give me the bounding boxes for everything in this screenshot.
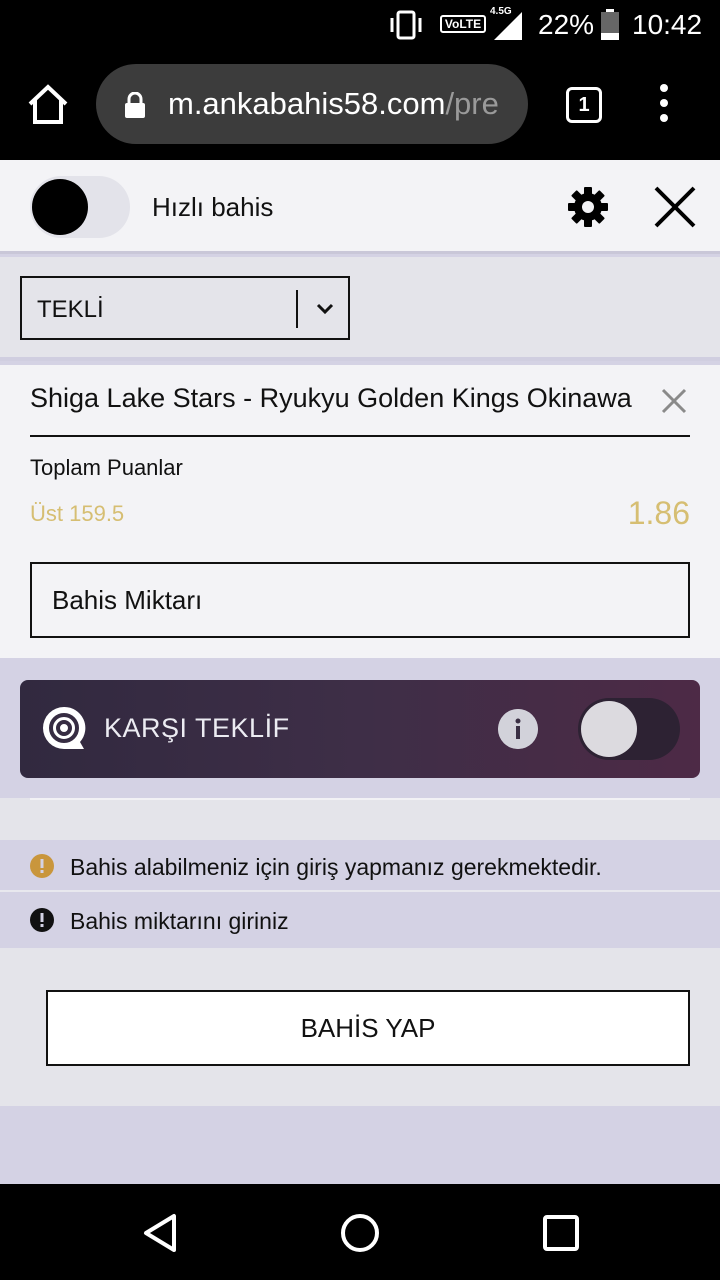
chevron-down-icon <box>316 303 334 315</box>
home-icon[interactable] <box>24 80 72 128</box>
gear-icon[interactable] <box>566 185 610 229</box>
recent-apps-icon[interactable] <box>540 1212 582 1254</box>
quick-bet-toggle[interactable] <box>30 176 130 238</box>
close-icon[interactable] <box>652 184 698 230</box>
clock: 10:42 <box>632 9 703 40</box>
counter-offer-logo-icon <box>42 706 86 749</box>
betslip-panel: Hızlı bahis TEKLİ Shiga Lake Stars - Ryu… <box>0 160 720 1184</box>
lock-icon <box>125 92 145 118</box>
select-divider <box>296 290 298 328</box>
back-icon[interactable] <box>140 1212 182 1254</box>
volte-badge: VoLTE <box>440 15 486 33</box>
warning-icon <box>30 854 54 878</box>
url-text[interactable]: m.ankabahis58.com/pre <box>168 86 512 122</box>
divider <box>30 435 690 437</box>
market-name: Toplam Puanlar <box>30 455 183 480</box>
bet-type-row: TEKLİ <box>0 257 720 361</box>
counter-offer-section: KARŞI TEKLİF <box>0 658 720 798</box>
battery-icon <box>601 9 619 40</box>
overflow-menu-icon[interactable] <box>652 84 676 126</box>
betslip-header: Hızlı bahis <box>0 160 720 254</box>
vibrate-icon <box>390 10 422 40</box>
status-bar: VoLTE 4.5G 22% 10:42 <box>0 0 720 50</box>
page: VoLTE 4.5G 22% 10:42 m.ankabahis58.com/p… <box>0 0 720 1280</box>
submit-area: BAHİS YAP <box>0 948 720 1106</box>
bet-type-select[interactable]: TEKLİ <box>20 276 350 340</box>
home-nav-icon[interactable] <box>339 1212 381 1254</box>
stake-required-message: Bahis miktarını giriniz <box>0 894 720 946</box>
login-required-message: Bahis alabilmeniz için giriş yapmanız ge… <box>0 840 720 892</box>
info-icon[interactable] <box>498 709 538 749</box>
quick-bet-label: Hızlı bahis <box>152 192 274 222</box>
toggle-knob <box>32 179 88 235</box>
error-icon <box>30 908 54 932</box>
counter-offer-toggle[interactable] <box>578 698 680 760</box>
remove-selection-icon[interactable] <box>660 387 688 415</box>
toggle-knob <box>581 701 637 757</box>
address-bar[interactable]: m.ankabahis58.com/pre <box>96 64 528 144</box>
bet-selection-card: Shiga Lake Stars - Ryukyu Golden Kings O… <box>0 365 720 658</box>
message-text: Bahis miktarını giriniz <box>70 908 289 934</box>
message-text: Bahis alabilmeniz için giriş yapmanız ge… <box>70 854 602 880</box>
browser-toolbar: m.ankabahis58.com/pre 1 <box>0 50 720 160</box>
url-domain: m.ankabahis58.com <box>168 86 446 121</box>
match-name: Shiga Lake Stars - Ryukyu Golden Kings O… <box>30 383 632 413</box>
selection-name: Üst 159.5 <box>30 501 125 526</box>
tab-switcher-button[interactable]: 1 <box>566 87 602 123</box>
place-bet-button[interactable]: BAHİS YAP <box>46 990 690 1066</box>
stake-input[interactable] <box>30 562 690 638</box>
spacer-band <box>0 798 720 840</box>
odds-value: 1.86 <box>627 495 690 531</box>
navigation-bar <box>0 1184 720 1280</box>
bet-type-value: TEKLİ <box>37 296 104 323</box>
url-path: /pre <box>445 86 499 121</box>
counter-offer-label: KARŞI TEKLİF <box>104 713 290 743</box>
divider <box>30 798 690 800</box>
counter-offer-banner: KARŞI TEKLİF <box>20 680 700 778</box>
signal-icon <box>494 12 522 40</box>
battery-percent: 22% <box>538 9 595 40</box>
